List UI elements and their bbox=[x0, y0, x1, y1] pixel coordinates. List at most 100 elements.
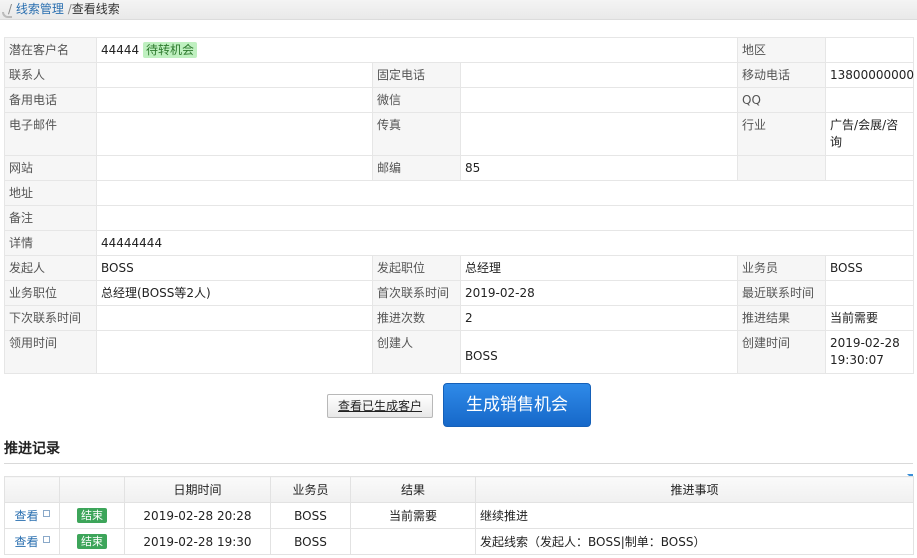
records-table: 日期时间 业务员 结果 推进事项 查看 结束 2019-02-28 20:28 BOSS 当前… bbox=[4, 476, 914, 555]
field-value: 44444444 bbox=[95, 230, 915, 256]
records-column-header: 日期时间 bbox=[124, 476, 271, 503]
status-badge: 待转机会 bbox=[143, 42, 198, 58]
field-value: 44444 待转机会 bbox=[95, 37, 739, 63]
records-header-row: 日期时间 业务员 结果 推进事项 bbox=[4, 476, 914, 503]
field-value bbox=[96, 112, 373, 156]
info-row: 电子邮件 传真 行业 广告/会展/咨询 bbox=[4, 112, 915, 156]
info-row: 业务职位 总经理(BOSS等2人) 首次联系时间 2019-02-28 最近联系时间 bbox=[4, 280, 915, 306]
records-column-header: 推进事项 bbox=[475, 476, 914, 503]
breadcrumb-link-lead-management[interactable]: 线索管理 bbox=[16, 2, 64, 16]
field-label: 地区 bbox=[737, 37, 827, 63]
field-value-text: BOSS bbox=[101, 261, 134, 275]
field-value bbox=[459, 87, 739, 113]
field-value: 总经理 bbox=[459, 255, 739, 281]
datetime-cell: 2019-02-28 20:28 bbox=[124, 502, 271, 529]
info-row: 领用时间 创建人 BOSS 创建时间 2019-02-28 19:30:07 bbox=[4, 330, 915, 374]
table-row: 查看 结束 2019-02-28 19:30 BOSS 发起线索（发起人：BOSS|制单… bbox=[4, 528, 914, 555]
status-badge: 结束 bbox=[77, 508, 107, 523]
field-value: 85 bbox=[459, 155, 739, 181]
field-value: 2019-02-28 19:30:07 bbox=[825, 330, 915, 374]
result-cell: 当前需要 bbox=[350, 502, 476, 529]
field-value bbox=[825, 87, 915, 113]
field-value: 广告/会展/咨询 bbox=[825, 112, 915, 156]
field-value-text: 总经理 bbox=[465, 261, 502, 275]
field-value bbox=[459, 112, 739, 156]
field-label: 联系人 bbox=[4, 62, 97, 88]
result-cell bbox=[350, 528, 476, 555]
field-label: 邮编 bbox=[372, 155, 461, 181]
field-value: 2 bbox=[459, 305, 739, 331]
field-label: 首次联系时间 bbox=[372, 280, 461, 306]
info-row: 联系人 固定电话 移动电话 13800000000 bbox=[4, 62, 915, 88]
field-value-text: 2019-02-28 19:30:07 bbox=[830, 336, 900, 367]
field-value bbox=[95, 205, 915, 231]
status-cell: 结束 bbox=[59, 502, 125, 529]
field-value bbox=[96, 87, 373, 113]
info-row: 下次联系时间 推进次数 2 推进结果 当前需要 bbox=[4, 305, 915, 331]
field-label: 发起人 bbox=[4, 255, 97, 281]
field-value: BOSS bbox=[825, 255, 915, 281]
field-value bbox=[95, 180, 915, 206]
field-value: 当前需要 bbox=[825, 305, 915, 331]
field-label: 领用时间 bbox=[4, 330, 97, 374]
field-label: 最近联系时间 bbox=[737, 280, 827, 306]
field-value bbox=[96, 305, 373, 331]
view-cell: 查看 bbox=[4, 502, 60, 529]
breadcrumb-curl-icon bbox=[2, 12, 12, 18]
records-column-header bbox=[4, 476, 60, 503]
info-row: 地址 bbox=[4, 180, 915, 206]
field-value-text: BOSS bbox=[465, 348, 498, 363]
field-label: 电子邮件 bbox=[4, 112, 97, 156]
records-column-header: 结果 bbox=[350, 476, 476, 503]
field-value: 2019-02-28 bbox=[459, 280, 739, 306]
datetime-cell: 2019-02-28 19:30 bbox=[124, 528, 271, 555]
field-label: 下次联系时间 bbox=[4, 305, 97, 331]
info-row: 潜在客户名 44444 待转机会 地区 bbox=[4, 37, 915, 63]
field-value-text: 13800000000 bbox=[830, 68, 915, 82]
view-generated-customer-button[interactable]: 查看已生成客户 bbox=[327, 394, 433, 418]
breadcrumb-current: 查看线索 bbox=[71, 2, 120, 16]
field-label: 业务职位 bbox=[4, 280, 97, 306]
field-label: 创建人 bbox=[372, 330, 461, 374]
info-row: 备注 bbox=[4, 205, 915, 231]
field-label: 网站 bbox=[4, 155, 97, 181]
field-value bbox=[96, 62, 373, 88]
field-label: QQ bbox=[737, 87, 827, 113]
view-link[interactable]: 查看 bbox=[14, 535, 38, 549]
field-label: 推进结果 bbox=[737, 305, 827, 331]
field-value-text: 总经理(BOSS等2人) bbox=[101, 286, 211, 300]
field-label: 发起职位 bbox=[372, 255, 461, 281]
field-value-text: 2019-02-28 bbox=[465, 286, 535, 300]
field-value: BOSS bbox=[96, 255, 373, 281]
info-row: 网站 邮编 85 bbox=[4, 155, 915, 181]
field-value bbox=[96, 330, 373, 374]
view-cell: 查看 bbox=[4, 528, 60, 555]
field-value bbox=[96, 155, 373, 181]
external-link-icon[interactable] bbox=[42, 510, 50, 517]
field-value bbox=[825, 280, 915, 306]
table-row: 查看 结束 2019-02-28 20:28 BOSS 当前需要 继续推进 bbox=[4, 502, 914, 529]
field-value-text: 广告/会展/咨询 bbox=[830, 118, 899, 149]
staff-cell: BOSS bbox=[270, 502, 351, 529]
status-cell: 结束 bbox=[59, 528, 125, 555]
field-value-text: 2 bbox=[465, 311, 473, 325]
section-divider bbox=[4, 463, 913, 464]
field-value-text: 当前需要 bbox=[830, 311, 879, 325]
field-label bbox=[737, 155, 827, 181]
records-column-header: 业务员 bbox=[270, 476, 351, 503]
item-cell: 发起线索（发起人：BOSS|制单：BOSS） bbox=[475, 528, 914, 555]
field-value-text: 85 bbox=[465, 161, 481, 175]
field-label: 详情 bbox=[4, 230, 97, 256]
generate-sales-opportunity-button[interactable]: 生成销售机会 bbox=[443, 383, 591, 427]
info-row: 备用电话 微信 QQ bbox=[4, 87, 915, 113]
field-label: 潜在客户名 bbox=[4, 37, 97, 63]
external-link-icon[interactable] bbox=[42, 536, 50, 543]
field-label: 微信 bbox=[372, 87, 461, 113]
breadcrumb: / 线索管理 /查看线索 bbox=[0, 0, 917, 20]
item-cell: 继续推进 bbox=[475, 502, 914, 529]
lead-info-table: 潜在客户名 44444 待转机会 地区 联系人 固定电话 移动电话 13800000000 备… bbox=[4, 37, 915, 374]
staff-cell: BOSS bbox=[270, 528, 351, 555]
field-label: 创建时间 bbox=[737, 330, 827, 374]
status-badge: 结束 bbox=[77, 534, 107, 549]
view-link[interactable]: 查看 bbox=[14, 509, 38, 523]
